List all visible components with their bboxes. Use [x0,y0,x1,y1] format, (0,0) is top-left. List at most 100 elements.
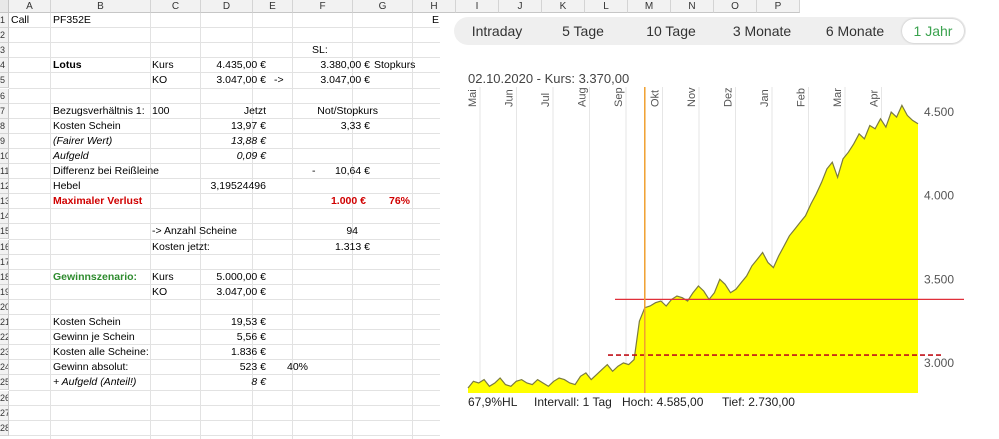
row-header-21[interactable]: 21 [0,315,9,330]
cell-b24[interactable]: Gewinn absolut: [53,360,153,375]
cell-f7[interactable]: Not/Stopkurs [298,104,378,119]
row-header-17[interactable]: 17 [0,254,9,270]
cell-b21[interactable]: Kosten Schein [53,315,153,330]
cell-d7[interactable]: Jetzt [200,104,266,119]
cell-b1[interactable]: PF352E [53,13,148,28]
column-header-l[interactable]: L [585,0,628,13]
cell-b7[interactable]: Bezugsverhältnis 1: [53,104,153,119]
row-header-11[interactable]: 11 [0,164,9,179]
price-chart[interactable]: Mai Jun Jul Aug Sep Okt Nov Dez Jan Feb Mar Apr 4.50… [440,13,999,439]
row-header-8[interactable]: 8 [0,118,9,134]
cell-g13[interactable]: 76% [380,194,410,209]
cell-b10[interactable]: Aufgeld [53,149,153,164]
cell-f16[interactable]: 1.313 € [298,240,370,255]
cell-f8[interactable]: 3,33 € [298,119,370,134]
cell-b18[interactable]: Gewinnszenario: [53,270,153,285]
row-header-28[interactable]: 28 [0,420,9,436]
column-header-m[interactable]: M [628,0,671,13]
row-header-26[interactable]: 26 [0,390,9,406]
column-header-e[interactable]: E [253,0,293,13]
column-header-h[interactable]: H [413,0,456,13]
cell-a1[interactable]: Call [11,13,51,28]
cell-d19[interactable]: 3.047,00 € [200,285,266,300]
cell-c16[interactable]: Kosten jetzt: [152,240,252,255]
cell-f11b[interactable]: 10,64 € [298,164,370,179]
cell-f15[interactable]: 94 [298,224,358,239]
row-header-6[interactable]: 6 [0,88,9,104]
cell-d10[interactable]: 0,09 € [200,149,266,164]
cell-c15[interactable]: -> Anzahl Scheine [152,224,272,239]
cell-b25[interactable]: + Aufgeld (Anteil!) [53,375,173,390]
column-header-n[interactable]: N [671,0,714,13]
row-header-24[interactable]: 24 [0,360,9,376]
x-tick-label: Jan [759,89,771,107]
row-header-4[interactable]: 4 [0,58,9,74]
column-header-b[interactable]: B [51,0,151,13]
column-header-c[interactable]: C [151,0,201,13]
cell-c7[interactable]: 100 [152,104,192,119]
cell-d25[interactable]: 8 € [200,375,266,390]
column-header-o[interactable]: O [714,0,757,13]
column-header-f[interactable]: F [293,0,353,13]
cell-b13[interactable]: Maximaler Verlust [53,194,183,209]
cell-g4[interactable]: Stopkurs [374,58,434,73]
cell-d24[interactable]: 523 € [200,360,266,375]
row-header-25[interactable]: 25 [0,375,9,391]
cell-b4[interactable]: Lotus [53,58,148,73]
chart-panel: Intraday 5 Tage 10 Tage 3 Monate 6 Monate 1 J… [440,13,999,439]
row-header-23[interactable]: 23 [0,345,9,361]
row-header-7[interactable]: 7 [0,103,9,119]
column-header-k[interactable]: K [542,0,585,13]
cell-f5[interactable]: 3.047,00 € [298,73,370,88]
cell-d8[interactable]: 13,97 € [200,119,266,134]
cell-d4[interactable]: 4.435,00 € [200,58,266,73]
row-header-12[interactable]: 12 [0,179,9,195]
cell-d9[interactable]: 13,88 € [200,134,266,149]
row-header-19[interactable]: 19 [0,284,9,300]
cell-f13[interactable]: 1.000 € [298,194,366,209]
row-header-20[interactable]: 20 [0,299,9,315]
y-tick-label: 3.500 [924,272,954,286]
cell-d18[interactable]: 5.000,00 € [200,270,266,285]
x-tick-label: Mar [832,88,844,107]
row-header-16[interactable]: 16 [0,239,9,255]
row-header-3[interactable]: 3 [0,43,9,59]
cell-d22[interactable]: 5,56 € [200,330,266,345]
row-header-22[interactable]: 22 [0,330,9,346]
x-tick-label: Aug [577,87,589,107]
stat-hl: 67,9%HL [468,395,518,409]
row-header-10[interactable]: 10 [0,148,9,164]
cell-g1-e[interactable]: E [432,13,440,28]
cell-d23[interactable]: 1.836 € [200,345,266,360]
select-all-corner[interactable] [0,0,9,13]
row-header-13[interactable]: 13 [0,194,9,210]
cell-d21[interactable]: 19,53 € [200,315,266,330]
cell-b23[interactable]: Kosten alle Scheine: [53,345,173,360]
x-tick-label: Jul [540,93,552,107]
column-header-i[interactable]: I [456,0,499,13]
cell-b8[interactable]: Kosten Schein [53,119,153,134]
cell-f4[interactable]: 3.380,00 € [298,58,370,73]
cell-f3[interactable]: SL: [312,43,372,58]
column-header-a[interactable]: A [9,0,51,13]
row-header-5[interactable]: 5 [0,73,9,89]
row-header-9[interactable]: 9 [0,133,9,149]
cell-d5[interactable]: 3.047,00 € [200,73,266,88]
row-header-14[interactable]: 14 [0,209,9,225]
cell-d12[interactable]: 3,19524496 [200,179,266,194]
cell-e24[interactable]: 40% [276,360,308,375]
row-header-27[interactable]: 27 [0,405,9,421]
row-header-18[interactable]: 18 [0,269,9,285]
column-header-j[interactable]: J [499,0,542,13]
column-header-p[interactable]: P [757,0,800,13]
x-tick-label: Sep [613,87,625,107]
row-header-1[interactable]: 1 [0,13,9,28]
row-header-2[interactable]: 2 [0,28,9,44]
column-header-g[interactable]: G [353,0,413,13]
cell-b22[interactable]: Gewinn je Schein [53,330,153,345]
cell-b11[interactable]: Differenz bei Reißleine [53,164,193,179]
row-header-15[interactable]: 15 [0,224,9,240]
cell-b12[interactable]: Hebel [53,179,153,194]
column-header-d[interactable]: D [201,0,253,13]
cell-b9[interactable]: (Fairer Wert) [53,134,153,149]
